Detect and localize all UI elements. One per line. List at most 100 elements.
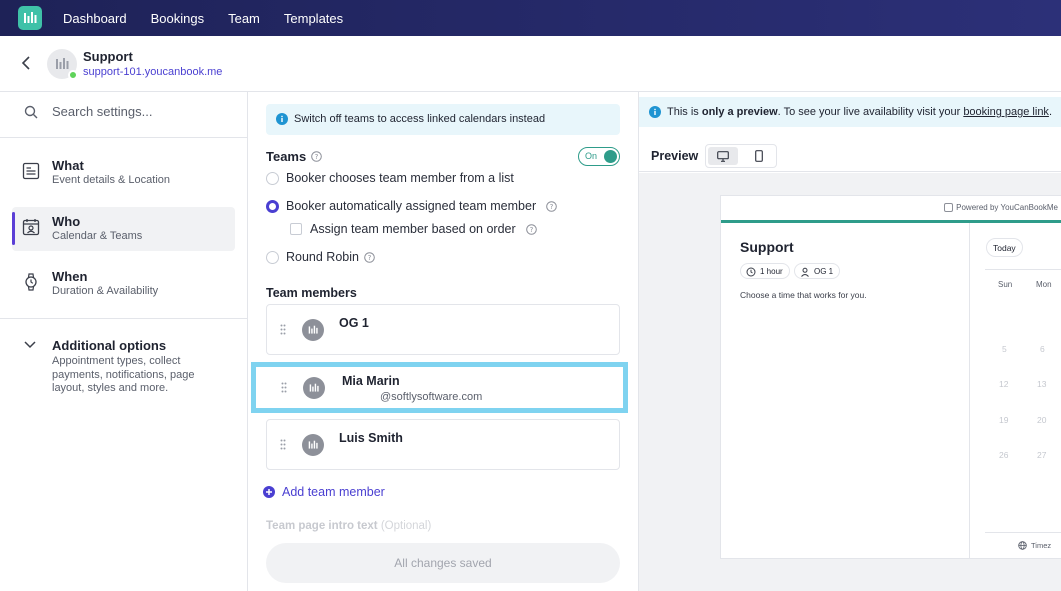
sidebar-item-title: What bbox=[52, 158, 84, 173]
team-members-label: Team members bbox=[266, 286, 357, 300]
calendar-day: 5 bbox=[1002, 344, 1007, 354]
member-name: Mia Marin bbox=[342, 374, 400, 388]
team-member-row[interactable]: OG 1 bbox=[266, 304, 620, 355]
sidebar-item-title: Who bbox=[52, 214, 81, 229]
team-settings-panel: Switch off teams to access linked calend… bbox=[248, 92, 638, 591]
avatar bbox=[302, 434, 324, 456]
desktop-view-button[interactable] bbox=[708, 147, 738, 165]
mobile-icon bbox=[755, 150, 763, 162]
desktop-icon bbox=[717, 150, 729, 162]
option-label: Booker automatically assigned team membe… bbox=[286, 199, 537, 213]
member-name: OG 1 bbox=[339, 316, 369, 330]
calendar-day: 12 bbox=[999, 379, 1009, 389]
radio-button[interactable] bbox=[266, 172, 279, 185]
sidebar-item-subtitle: Event details & Location bbox=[52, 174, 171, 186]
calendar-preview: Today Sun Mon 5 6 12 13 19 20 26 27 Time… bbox=[971, 223, 1061, 559]
sidebar-divider bbox=[0, 318, 247, 319]
drag-handle-icon[interactable] bbox=[280, 324, 286, 335]
device-toggle bbox=[705, 144, 777, 168]
duration-chip: 1 hour bbox=[740, 263, 790, 279]
search-icon bbox=[24, 105, 38, 119]
top-navigation: Dashboard Bookings Team Templates bbox=[0, 0, 1061, 36]
sidebar-item-when[interactable]: When Duration & Availability bbox=[12, 262, 235, 306]
calendar-divider bbox=[985, 269, 1061, 270]
today-button[interactable]: Today bbox=[986, 238, 1023, 257]
document-list-icon bbox=[22, 162, 40, 180]
page-title: Support bbox=[83, 49, 133, 64]
mobile-view-button[interactable] bbox=[744, 147, 774, 165]
svg-text:?: ? bbox=[550, 203, 554, 211]
toggle-knob bbox=[604, 150, 617, 163]
svg-text:?: ? bbox=[315, 153, 319, 161]
day-header: Sun bbox=[998, 280, 1013, 289]
team-intro-label: Team page intro text (Optional) bbox=[266, 520, 431, 532]
help-icon[interactable]: ? bbox=[546, 201, 557, 212]
avatar bbox=[303, 377, 325, 399]
help-icon[interactable]: ? bbox=[311, 151, 322, 162]
svg-text:?: ? bbox=[368, 254, 372, 262]
radio-button-selected[interactable] bbox=[266, 200, 279, 213]
member-name: Luis Smith bbox=[339, 431, 403, 445]
info-icon bbox=[649, 106, 661, 118]
booking-page-link[interactable]: booking page link bbox=[963, 106, 1049, 118]
booking-info-column: Support 1 hour OG 1 Choose a time that w… bbox=[721, 223, 970, 559]
team-member-row[interactable]: Luis Smith bbox=[266, 419, 620, 470]
search-input[interactable] bbox=[52, 104, 232, 119]
preview-info-banner: This is only a preview. To see your live… bbox=[639, 97, 1061, 127]
preview-panel: This is only a preview. To see your live… bbox=[638, 92, 1061, 591]
calendar-person-icon bbox=[22, 219, 40, 236]
booking-title: Support bbox=[740, 239, 794, 255]
additional-options-subtitle: Appointment types, collect payments, not… bbox=[52, 355, 195, 394]
nav-templates[interactable]: Templates bbox=[284, 11, 343, 26]
chevron-down-icon bbox=[24, 341, 36, 349]
preview-toolbar: Preview bbox=[639, 142, 1061, 172]
duration-text: 1 hour bbox=[760, 267, 783, 276]
powered-by-label: Powered by YouCanBookMe bbox=[944, 203, 1058, 212]
info-icon bbox=[276, 113, 288, 125]
optional-tag: (Optional) bbox=[380, 520, 432, 532]
back-arrow-icon[interactable] bbox=[20, 54, 34, 72]
teams-toggle[interactable]: On bbox=[578, 147, 620, 166]
preview-label: Preview bbox=[651, 149, 699, 163]
day-header: Mon bbox=[1036, 280, 1052, 289]
help-icon[interactable]: ? bbox=[364, 252, 375, 263]
help-icon[interactable]: ? bbox=[526, 224, 537, 235]
svg-text:?: ? bbox=[530, 226, 534, 234]
team-intro-label-text: Team page intro text bbox=[266, 520, 378, 532]
sidebar-item-who[interactable]: Who Calendar & Teams bbox=[12, 207, 235, 251]
sidebar-item-title: When bbox=[52, 269, 88, 284]
settings-search bbox=[0, 92, 247, 138]
teams-label: Teams bbox=[266, 149, 307, 164]
watch-icon bbox=[25, 273, 37, 291]
settings-sidebar: What Event details & Location Who Calend… bbox=[0, 92, 248, 591]
sidebar-item-subtitle: Duration & Availability bbox=[52, 285, 159, 297]
ycbm-logo-icon bbox=[944, 203, 954, 212]
sidebar-item-what[interactable]: What Event details & Location bbox=[12, 151, 235, 195]
booking-description: Choose a time that works for you. bbox=[740, 290, 867, 300]
calendar-day: 27 bbox=[1037, 450, 1047, 460]
preview-info-text: This is only a preview. To see your live… bbox=[667, 106, 1052, 118]
team-member-row-highlighted[interactable]: Mia Marin @softlysoftware.com bbox=[251, 362, 628, 413]
calendar-divider bbox=[985, 532, 1061, 533]
toggle-label: On bbox=[585, 151, 598, 161]
member-email: @softlysoftware.com bbox=[380, 391, 483, 403]
calendar-day: 6 bbox=[1040, 344, 1045, 354]
booking-page-url[interactable]: support-101.youcanbook.me bbox=[83, 66, 222, 78]
nav-team[interactable]: Team bbox=[228, 11, 260, 26]
timezone-label[interactable]: Timez bbox=[1031, 541, 1051, 550]
teams-info-text: Switch off teams to access linked calend… bbox=[294, 113, 546, 125]
banner-text: This is bbox=[667, 106, 702, 118]
nav-dashboard[interactable]: Dashboard bbox=[63, 11, 127, 26]
drag-handle-icon[interactable] bbox=[280, 439, 286, 450]
checkbox-label: Assign team member based on order bbox=[310, 222, 516, 236]
checkbox[interactable] bbox=[290, 223, 302, 235]
nav-bookings[interactable]: Bookings bbox=[151, 11, 204, 26]
add-team-member-label: Add team member bbox=[282, 485, 385, 499]
save-status-button[interactable]: All changes saved bbox=[266, 543, 620, 583]
page-header: Support support-101.youcanbook.me bbox=[0, 36, 1061, 92]
person-icon bbox=[801, 267, 809, 277]
drag-handle-icon[interactable] bbox=[281, 382, 287, 393]
radio-button[interactable] bbox=[266, 251, 279, 264]
app-logo-icon[interactable] bbox=[18, 6, 42, 30]
online-status-dot bbox=[68, 70, 78, 80]
